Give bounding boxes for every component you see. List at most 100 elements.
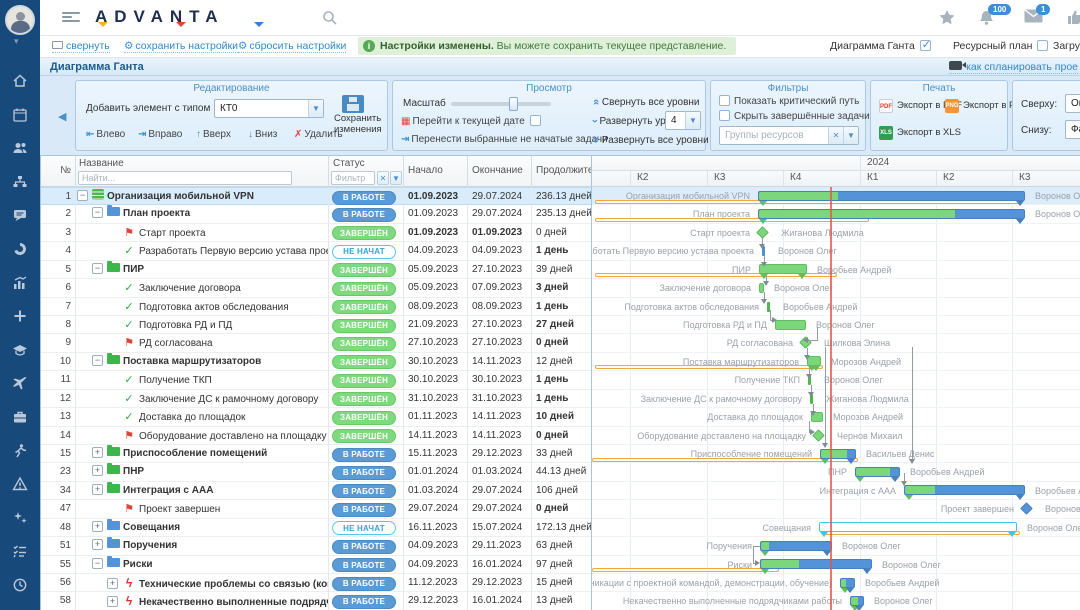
table-row[interactable]: 55−РискиВ РАБОТЕ04.09.202316.01.202497 д…: [41, 556, 591, 574]
bottom-layer-select[interactable]: Факт: [1065, 120, 1080, 139]
save-settings-link[interactable]: ⚙сохранить настройки: [124, 40, 238, 53]
clear-x-icon[interactable]: ✕: [377, 171, 389, 185]
collapse-toggle[interactable]: −: [77, 190, 88, 201]
top-layer-select[interactable]: Опер: [1065, 94, 1080, 113]
collapse-link[interactable]: свернуть: [52, 40, 110, 53]
graduation-icon[interactable]: [0, 339, 40, 365]
expand-all-button[interactable]: « Развернуть все уровни: [593, 134, 709, 146]
col-status-header[interactable]: Статус: [333, 158, 365, 169]
donut-chart-icon[interactable]: [0, 238, 40, 264]
move-right-button[interactable]: ⇥Вправо: [138, 129, 182, 140]
search-icon[interactable]: [322, 10, 338, 31]
task-bar[interactable]: [758, 209, 1025, 219]
users-icon[interactable]: [0, 137, 40, 163]
task-bar[interactable]: [775, 320, 806, 330]
task-bar[interactable]: [760, 541, 832, 551]
save-changes-button[interactable]: Сохранить изменения: [334, 95, 396, 136]
sparkles-icon[interactable]: [0, 507, 40, 533]
expand-toggle[interactable]: +: [92, 465, 103, 476]
checkbox-icon[interactable]: [1037, 40, 1048, 51]
table-row[interactable]: 4✓Разработать Первую версию устава проек…: [41, 242, 591, 260]
delete-button[interactable]: ✗Удалить: [294, 129, 343, 140]
task-bar[interactable]: [904, 485, 1025, 495]
table-row[interactable]: 11✓Получение ТКПЗАВЕРШЁН30.10.202330.10.…: [41, 371, 591, 389]
expand-toggle[interactable]: +: [92, 484, 103, 495]
slider-handle[interactable]: [509, 97, 518, 111]
not-started-bar[interactable]: [819, 522, 1017, 532]
checkbox-checked-icon[interactable]: [920, 40, 931, 51]
table-row[interactable]: 14⚑Оборудование доставлено на площадкуЗА…: [41, 427, 591, 445]
table-row[interactable]: 8✓Подготовка РД и ПДЗАВЕРШЁН21.09.202327…: [41, 316, 591, 334]
table-row[interactable]: 56+ϟТехнические проблемы со связью (комм…: [41, 574, 591, 592]
task-bar[interactable]: [840, 578, 855, 588]
table-row[interactable]: 48+СовещанияНЕ НАЧАТ16.11.202315.07.2024…: [41, 519, 591, 537]
table-row[interactable]: 9⚑РД согласованаЗАВЕРШЁН27.10.202327.10.…: [41, 334, 591, 352]
chevron-down-icon[interactable]: ▼: [843, 127, 858, 144]
collapse-toggle[interactable]: −: [92, 355, 103, 366]
chat-icon[interactable]: [0, 204, 40, 230]
checkbox-icon[interactable]: [719, 110, 730, 121]
how-to-plan-link[interactable]: как спланировать прое: [949, 61, 1078, 74]
avatar-menu-chevron-icon[interactable]: ▾: [14, 36, 19, 47]
bar-chart-icon[interactable]: [0, 272, 40, 298]
view-resource-load-checkbox[interactable]: Загрузка ресурсов: [1053, 40, 1080, 52]
task-bar[interactable]: [820, 449, 856, 459]
thumbs-up-icon[interactable]: [1066, 9, 1080, 30]
table-row[interactable]: 6✓Заключение договораЗАВЕРШЁН05.09.20230…: [41, 279, 591, 297]
goto-current-date-button[interactable]: ▦Перейти к текущей дате: [401, 115, 541, 127]
col-name-header[interactable]: Название: [79, 158, 124, 169]
checkbox-icon[interactable]: [719, 95, 730, 106]
table-row[interactable]: 7✓Подготовка актов обследованияЗАВЕРШЁН0…: [41, 298, 591, 316]
expand-toggle[interactable]: +: [92, 521, 103, 532]
resource-groups-select[interactable]: Группы ресурсов ✕ ▼: [719, 126, 859, 145]
name-filter-input[interactable]: [78, 171, 292, 185]
plane-icon[interactable]: [0, 372, 40, 398]
favorites-star-icon[interactable]: [938, 9, 956, 31]
messages-mail-icon[interactable]: 1: [1024, 9, 1043, 28]
task-bar[interactable]: [850, 596, 864, 606]
status-filter-input[interactable]: [331, 171, 375, 185]
expand-toggle[interactable]: +: [107, 596, 118, 607]
element-type-select[interactable]: КТ0▼: [214, 99, 324, 118]
table-row[interactable]: 34+Интеграция с АААВ РАБОТЕ01.03.202429.…: [41, 482, 591, 500]
table-row[interactable]: 47⚑Проект завершенВ РАБОТЕ29.07.202429.0…: [41, 500, 591, 518]
expand-toggle[interactable]: +: [92, 447, 103, 458]
home-icon[interactable]: [0, 70, 40, 96]
table-row[interactable]: 13✓Доставка до площадокЗАВЕРШЁН01.11.202…: [41, 408, 591, 426]
checklist-icon[interactable]: [0, 540, 40, 566]
table-row[interactable]: 2−План проектаВ РАБОТЕ01.09.202329.07.20…: [41, 205, 591, 223]
table-row[interactable]: 23+ПНРВ РАБОТЕ01.01.202401.03.202444.13 …: [41, 463, 591, 481]
move-down-button[interactable]: ↓Вниз: [248, 129, 277, 140]
expand-level-select[interactable]: 4▼: [665, 111, 701, 130]
avatar[interactable]: [5, 5, 35, 35]
hide-finished-tasks-checkbox[interactable]: Скрыть завершённые задачи: [719, 110, 870, 122]
table-row[interactable]: 51+ПорученияВ РАБОТЕ04.09.202329.11.2023…: [41, 537, 591, 555]
export-xls-button[interactable]: XLSЭкспорт в XLS: [879, 126, 953, 140]
chevron-down-icon[interactable]: ▼: [390, 171, 402, 185]
calendar-icon[interactable]: [0, 104, 40, 130]
clear-x-icon[interactable]: ✕: [828, 127, 843, 144]
runner-icon[interactable]: [0, 440, 40, 466]
briefcase-icon[interactable]: [0, 406, 40, 432]
col-start-header[interactable]: Начало: [408, 165, 443, 176]
chevron-down-icon[interactable]: ▼: [308, 100, 323, 117]
milestone-diamond[interactable]: [1020, 502, 1033, 515]
export-pdf-button[interactable]: PDFЭкспорт в PDF: [879, 99, 953, 113]
table-row[interactable]: 15+Приспособление помещенийВ РАБОТЕ15.11…: [41, 445, 591, 463]
col-duration-header[interactable]: Продолжительность: [536, 165, 591, 176]
table-row[interactable]: 12✓Заключение ДС к рамочному договоруЗАВ…: [41, 390, 591, 408]
scale-slider[interactable]: [451, 102, 551, 106]
collapse-toggle[interactable]: −: [92, 207, 103, 218]
hierarchy-icon[interactable]: [0, 171, 40, 197]
expand-toggle[interactable]: +: [107, 578, 118, 589]
expand-toggle[interactable]: +: [92, 539, 103, 550]
notifications-bell-icon[interactable]: 100: [978, 9, 995, 31]
collapse-toggle[interactable]: −: [92, 558, 103, 569]
collapse-all-button[interactable]: « Свернуть все уровни: [593, 96, 700, 108]
plus-icon[interactable]: [0, 305, 40, 331]
table-row[interactable]: 58+ϟНекачественно выполненные подрядчика…: [41, 592, 591, 610]
move-unstarted-tasks-button[interactable]: ⇥Перенести выбранные не начатые задачи: [401, 134, 608, 145]
menu-toggle-icon[interactable]: [62, 10, 80, 24]
table-row[interactable]: 10−Поставка маршрутизаторовЗАВЕРШЁН30.10…: [41, 353, 591, 371]
collapse-toolbar-arrow[interactable]: ◀: [58, 110, 66, 123]
